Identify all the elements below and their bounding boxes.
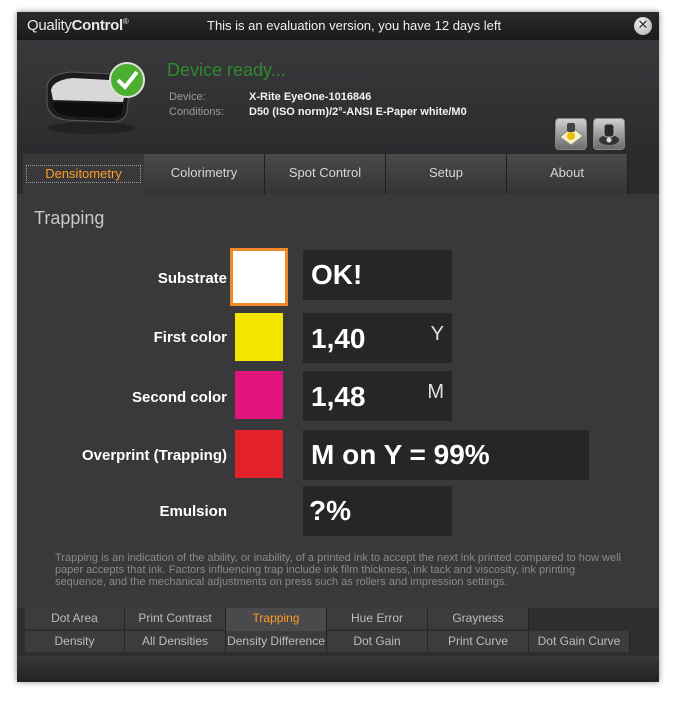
- subtab-dot-gain-curve[interactable]: Dot Gain Curve: [529, 631, 630, 652]
- app-window: QualityControl® This is an evaluation ve…: [17, 12, 659, 682]
- spectrophotometer-icon: [46, 62, 145, 134]
- trapping-description: Trapping is an indication of the ability…: [55, 552, 621, 588]
- second-color-swatch[interactable]: [235, 371, 283, 419]
- device-header: Device ready... Device: X-Rite EyeOne-10…: [17, 40, 659, 152]
- subtab-print-contrast[interactable]: Print Contrast: [125, 608, 226, 629]
- overprint-swatch[interactable]: [235, 430, 283, 478]
- subtab-grayness[interactable]: Grayness: [428, 608, 529, 629]
- subtab-density-difference[interactable]: Density Difference: [226, 631, 327, 652]
- first-color-unit: Y: [430, 323, 444, 345]
- second-color-value-box: 1,48 M: [303, 371, 452, 421]
- close-button[interactable]: ✕: [634, 17, 652, 35]
- tab-colorimetry[interactable]: Colorimetry: [144, 154, 265, 194]
- subtab-dot-area[interactable]: Dot Area: [25, 608, 125, 629]
- subtab-dot-gain[interactable]: Dot Gain: [327, 631, 428, 652]
- subtab-trapping[interactable]: Trapping: [226, 608, 327, 631]
- tab-setup[interactable]: Setup: [386, 154, 507, 194]
- substrate-label: Substrate: [157, 270, 227, 287]
- measure-button[interactable]: [593, 118, 625, 150]
- subtab-hue-error[interactable]: Hue Error: [327, 608, 428, 629]
- second-color-value: 1,48: [311, 381, 366, 412]
- device-status: Device ready...: [167, 60, 286, 80]
- overprint-label: Overprint (Trapping): [81, 447, 227, 464]
- tab-spot-control[interactable]: Spot Control: [265, 154, 386, 194]
- tab-densitometry[interactable]: Densitometry: [23, 154, 145, 194]
- overprint-value: M on Y = 99%: [311, 439, 490, 470]
- subtab-all-densities[interactable]: All Densities: [125, 631, 226, 652]
- close-icon: ✕: [637, 18, 649, 33]
- sub-tab-bar: Dot Area Print Contrast Trapping Hue Err…: [17, 608, 659, 656]
- first-color-label: First color: [153, 329, 227, 346]
- conditions-label: Conditions:: [169, 106, 225, 118]
- first-color-value-box: 1,40 Y: [303, 313, 452, 363]
- subtab-print-curve[interactable]: Print Curve: [428, 631, 529, 652]
- substrate-swatch[interactable]: [230, 248, 288, 306]
- first-color-swatch[interactable]: [235, 313, 283, 361]
- device-value: X-Rite EyeOne-1016846: [249, 91, 372, 103]
- app-logo: QualityControl®: [27, 17, 129, 34]
- conditions-value: D50 (ISO norm)/2°-ANSI E-Paper white/M0: [249, 106, 467, 118]
- first-color-value: 1,40: [311, 323, 366, 354]
- second-color-label: Second color: [131, 389, 227, 406]
- measure-device-icon: [599, 123, 619, 145]
- second-color-unit: M: [427, 381, 444, 403]
- calibrate-button[interactable]: [555, 118, 587, 150]
- emulsion-value: ?%: [309, 495, 351, 526]
- section-title: Trapping: [34, 208, 105, 228]
- main-tab-bar: Densitometry Colorimetry Spot Control Se…: [17, 152, 659, 194]
- overprint-value-box: M on Y = 99%: [303, 430, 589, 480]
- emulsion-label: Emulsion: [159, 503, 227, 520]
- substrate-value-box: OK!: [303, 250, 452, 300]
- status-bar: [17, 658, 659, 682]
- calibration-tile-icon: [559, 123, 584, 146]
- device-label: Device:: [169, 91, 206, 103]
- substrate-value: OK!: [311, 259, 363, 290]
- emulsion-value-box: ?%: [303, 486, 452, 536]
- tab-about[interactable]: About: [507, 154, 628, 194]
- subtab-density[interactable]: Density: [25, 631, 125, 652]
- title-bar[interactable]: QualityControl® This is an evaluation ve…: [17, 12, 659, 40]
- evaluation-notice: This is an evaluation version, you have …: [207, 18, 502, 33]
